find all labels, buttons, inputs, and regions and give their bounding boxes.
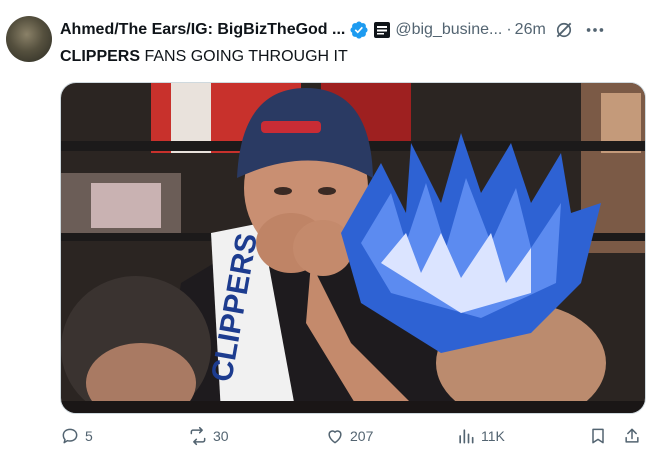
like-icon — [328, 430, 342, 444]
reply-icon — [62, 428, 78, 444]
reply-count: 5 — [85, 428, 93, 444]
like-count: 207 — [350, 428, 374, 444]
action-bar: 5 30 207 11K — [60, 424, 644, 448]
repost-count: 30 — [213, 428, 229, 444]
more-icon[interactable] — [584, 19, 606, 41]
tweet-time[interactable]: 26m — [515, 21, 546, 39]
grok-icon[interactable] — [554, 20, 574, 40]
repost-button[interactable]: 30 — [188, 424, 229, 448]
author-name[interactable]: Ahmed/The Ears/IG: BigBizTheGod ... — [60, 21, 345, 39]
tweet-header: Ahmed/The Ears/IG: BigBizTheGod ... @big… — [60, 18, 644, 42]
author-handle[interactable]: @big_busine... — [395, 21, 502, 39]
separator-dot: · — [506, 21, 512, 38]
views-button[interactable]: 11K — [456, 424, 505, 448]
tweet-image[interactable]: CLIPPERS — [60, 82, 646, 414]
share-button[interactable] — [622, 424, 642, 448]
verified-badge-icon — [350, 21, 368, 39]
views-icon — [459, 429, 474, 444]
affiliate-badge-icon[interactable] — [373, 21, 391, 39]
bookmark-icon — [592, 428, 604, 444]
bookmark-button[interactable] — [588, 424, 608, 448]
like-button[interactable]: 207 — [325, 424, 373, 448]
tweet-text-rest: FANS GOING THROUGH IT — [140, 48, 348, 65]
fans-photo: CLIPPERS — [61, 83, 645, 413]
views-count: 11K — [481, 428, 505, 444]
share-icon — [625, 428, 639, 443]
avatar[interactable] — [6, 16, 52, 62]
tweet-text: CLIPPERS FANS GOING THROUGH IT — [60, 48, 348, 66]
reply-button[interactable]: 5 — [60, 424, 93, 448]
repost-icon — [190, 426, 206, 446]
tweet-text-bold: CLIPPERS — [60, 48, 141, 65]
